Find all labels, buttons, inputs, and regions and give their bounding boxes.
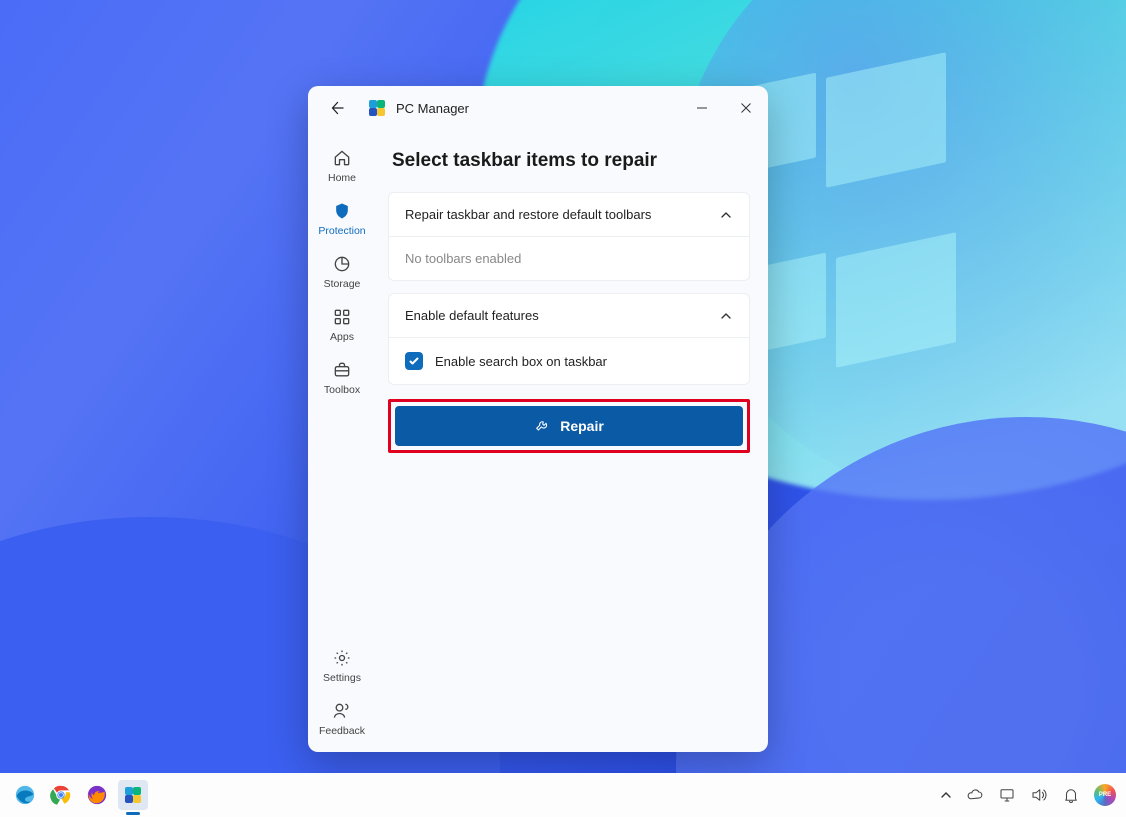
minimize-icon <box>696 102 708 114</box>
app-logo-icon <box>368 99 386 117</box>
chevron-up-icon <box>719 208 733 222</box>
tray-volume[interactable] <box>1030 786 1048 804</box>
minimize-button[interactable] <box>680 86 724 130</box>
pc-manager-window: PC Manager Home Protection Storage <box>308 86 768 752</box>
checkbox-enable-search[interactable] <box>405 352 423 370</box>
window-title: PC Manager <box>396 101 469 116</box>
checkmark-icon <box>408 355 420 367</box>
sidebar-item-storage[interactable]: Storage <box>311 248 373 295</box>
section-header-label: Enable default features <box>405 308 539 323</box>
sidebar-item-label: Settings <box>323 672 361 684</box>
sidebar-item-label: Apps <box>330 331 354 343</box>
toolbox-icon <box>332 360 352 380</box>
apps-icon <box>332 307 352 327</box>
back-arrow-icon <box>330 100 346 116</box>
page-title: Select taskbar items to repair <box>392 150 750 172</box>
sidebar-item-protection[interactable]: Protection <box>311 195 373 242</box>
chevron-up-icon <box>719 309 733 323</box>
sidebar-item-label: Protection <box>318 225 365 237</box>
bell-icon <box>1062 786 1080 804</box>
section-header[interactable]: Enable default features <box>389 294 749 337</box>
speaker-icon <box>1030 786 1048 804</box>
sidebar-item-label: Feedback <box>319 725 365 737</box>
sidebar-item-toolbox[interactable]: Toolbox <box>311 354 373 401</box>
section-default-features: Enable default features Enable search bo… <box>388 293 750 385</box>
tray-network[interactable] <box>998 786 1016 804</box>
checkbox-row[interactable]: Enable search box on taskbar <box>389 337 749 384</box>
pre-badge-icon: PRE <box>1094 784 1116 806</box>
repair-button-label: Repair <box>560 418 604 434</box>
taskbar-app-firefox[interactable] <box>82 780 112 810</box>
section-repair-toolbars: Repair taskbar and restore default toolb… <box>388 192 750 281</box>
chevron-up-icon <box>940 789 952 801</box>
shield-icon <box>332 201 352 221</box>
sidebar-item-settings[interactable]: Settings <box>311 642 373 689</box>
firefox-icon <box>86 784 108 806</box>
sidebar: Home Protection Storage Apps Toolbox S <box>308 130 376 752</box>
monitor-icon <box>998 786 1016 804</box>
section-header-label: Repair taskbar and restore default toolb… <box>405 207 651 222</box>
taskbar-app-edge[interactable] <box>10 780 40 810</box>
close-icon <box>740 102 752 114</box>
tray-pre-badge[interactable]: PRE <box>1094 784 1116 806</box>
checkbox-label: Enable search box on taskbar <box>435 354 607 369</box>
back-button[interactable] <box>324 94 352 122</box>
section-header[interactable]: Repair taskbar and restore default toolb… <box>389 193 749 236</box>
wrench-icon <box>534 418 550 434</box>
taskbar-app-pc-manager[interactable] <box>118 780 148 810</box>
home-icon <box>332 148 352 168</box>
system-tray: PRE <box>940 784 1116 806</box>
close-button[interactable] <box>724 86 768 130</box>
tray-notifications[interactable] <box>1062 786 1080 804</box>
content-area: Select taskbar items to repair Repair ta… <box>376 130 768 752</box>
chrome-icon <box>50 784 72 806</box>
taskbar-app-chrome[interactable] <box>46 780 76 810</box>
sidebar-item-label: Toolbox <box>324 384 360 396</box>
edge-icon <box>14 784 36 806</box>
sidebar-item-home[interactable]: Home <box>311 142 373 189</box>
repair-highlight-border: Repair <box>388 399 750 453</box>
sidebar-item-feedback[interactable]: Feedback <box>311 695 373 742</box>
gear-icon <box>332 648 352 668</box>
repair-button[interactable]: Repair <box>395 406 743 446</box>
sidebar-item-label: Home <box>328 172 356 184</box>
tray-onedrive[interactable] <box>966 786 984 804</box>
windows-taskbar: PRE <box>0 773 1126 817</box>
tray-overflow[interactable] <box>940 789 952 801</box>
sidebar-item-label: Storage <box>324 278 361 290</box>
titlebar: PC Manager <box>308 86 768 130</box>
sidebar-item-apps[interactable]: Apps <box>311 301 373 348</box>
section-body-text: No toolbars enabled <box>389 236 749 280</box>
storage-icon <box>332 254 352 274</box>
feedback-icon <box>332 701 352 721</box>
cloud-icon <box>966 786 984 804</box>
